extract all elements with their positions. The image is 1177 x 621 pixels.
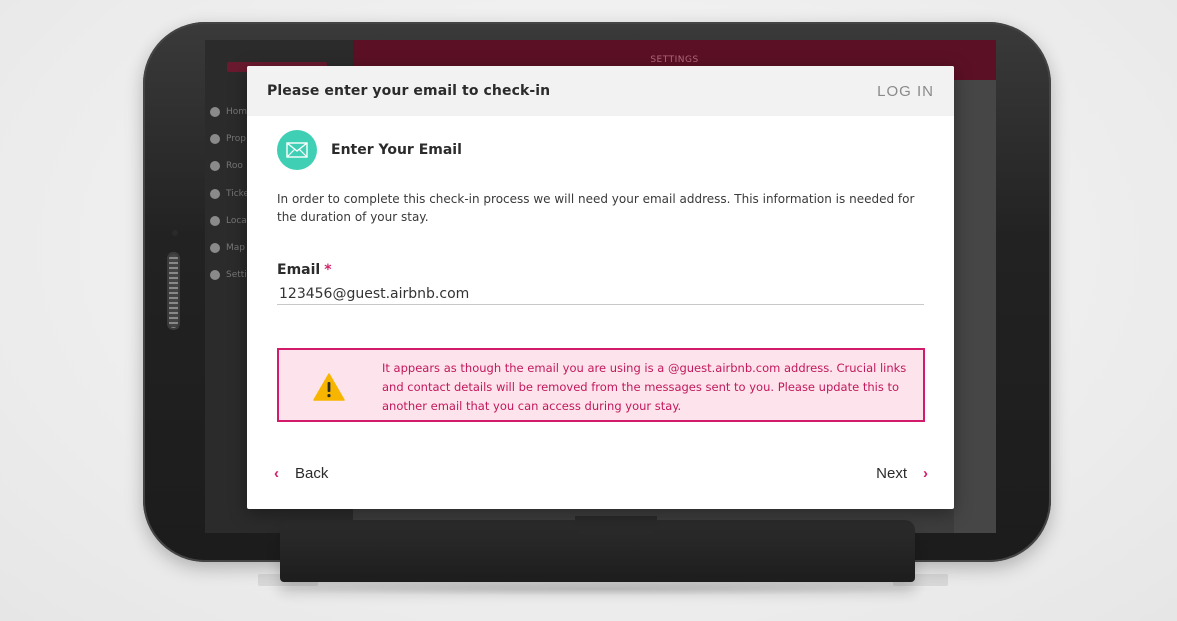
app-right-panel xyxy=(954,80,996,533)
guest-email-warning: It appears as though the email you are u… xyxy=(277,348,925,422)
nav-item-label: Roo xyxy=(226,161,243,172)
scene: Home Prop Roo Ticke Loca Map Setti SETTI… xyxy=(0,0,1177,621)
back-button[interactable]: ‹ Back xyxy=(274,465,328,482)
email-input[interactable] xyxy=(277,283,924,305)
warning-triangle-icon xyxy=(313,373,345,401)
envelope-icon xyxy=(277,130,317,170)
nav-item-label: Map xyxy=(226,243,245,254)
nav-dot-icon xyxy=(210,243,220,254)
nav-item-label: Prop xyxy=(226,133,246,144)
login-link[interactable]: LOG IN xyxy=(877,83,934,100)
app-header-title: SETTINGS xyxy=(650,55,699,65)
envelope-icon-svg xyxy=(286,142,308,158)
nav-dot-icon xyxy=(210,106,220,117)
nav-dot-icon xyxy=(210,161,220,172)
navigation-row: ‹ Back Next › xyxy=(247,459,954,487)
nav-item-label: Ticke xyxy=(226,188,250,199)
tablet-speaker xyxy=(167,252,180,330)
modal-title: Please enter your email to check-in xyxy=(267,83,551,99)
required-marker: * xyxy=(324,262,332,278)
warning-text: It appears as though the email you are u… xyxy=(382,361,907,413)
nav-dot-icon xyxy=(210,133,220,144)
email-label-text: Email xyxy=(277,262,321,278)
modal-header: Please enter your email to check-in LOG … xyxy=(247,66,954,116)
stand-shadow xyxy=(240,582,960,596)
nav-dot-icon xyxy=(210,188,220,199)
chevron-right-icon: › xyxy=(923,464,928,482)
chevron-left-icon: ‹ xyxy=(274,464,279,482)
next-button[interactable]: Next › xyxy=(876,465,928,482)
nav-dot-icon xyxy=(210,270,220,281)
stand-notch xyxy=(575,516,657,534)
nav-dot-icon xyxy=(210,215,220,226)
section-header: Enter Your Email xyxy=(277,130,924,170)
email-label: Email * xyxy=(277,262,924,278)
intro-text: In order to complete this check-in proce… xyxy=(277,192,915,224)
checkin-email-modal: Please enter your email to check-in LOG … xyxy=(247,66,954,509)
back-label: Back xyxy=(295,464,329,482)
tablet-camera xyxy=(172,230,178,236)
nav-item-label: Loca xyxy=(226,215,247,226)
next-label: Next xyxy=(876,464,907,482)
nav-item-label: Setti xyxy=(226,270,247,281)
section-title: Enter Your Email xyxy=(331,142,462,158)
modal-body: Enter Your Email In order to complete th… xyxy=(247,130,954,422)
